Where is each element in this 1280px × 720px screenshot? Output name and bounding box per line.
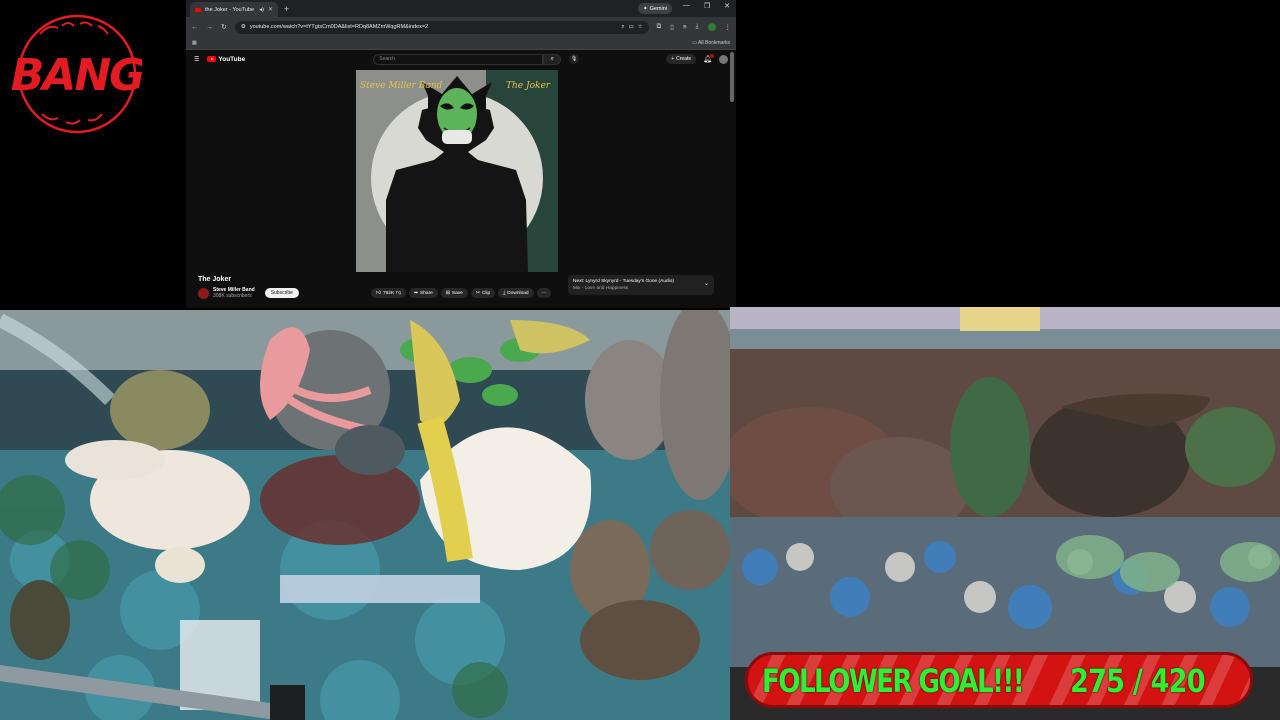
youtube-search-input[interactable]: Search (373, 53, 544, 65)
minimize-icon[interactable]: — (683, 2, 690, 10)
download-button[interactable]: ⤓ Download (498, 288, 534, 298)
youtube-favicon-icon (195, 7, 201, 12)
chevron-down-icon[interactable]: ⌄ (704, 281, 709, 288)
youtube-play-icon (207, 56, 217, 62)
zoom-icon[interactable]: ⌕ (621, 24, 624, 31)
new-tab-button[interactable]: + (284, 4, 289, 14)
back-icon[interactable]: ← (191, 24, 198, 31)
video-info: The Joker Steve Miller Band 308K subscri… (198, 275, 720, 299)
bang-logo: BANG (12, 14, 142, 134)
album-band-text: Steve Miller Band (360, 81, 442, 91)
thumbs-down-icon[interactable]: 👎︎ (396, 291, 401, 296)
follower-goal-label: FOLLOWER GOAL!!! (762, 662, 1025, 700)
close-tab-icon[interactable]: ✕ (268, 6, 273, 13)
all-bookmarks-link[interactable]: ▭ All Bookmarks (692, 40, 730, 46)
close-window-icon[interactable]: ✕ (724, 2, 730, 10)
follower-goal-count: 275 / 420 (1070, 662, 1206, 700)
notification-badge (710, 54, 714, 58)
mix-label: Mix - Love and Happiness (573, 286, 629, 291)
bookmarks-bar: ▦ ▭ All Bookmarks (186, 37, 736, 50)
gemini-button[interactable]: ✦ Gemini (637, 3, 672, 14)
profile-avatar[interactable] (707, 23, 716, 31)
search-icon: ⌕ (550, 55, 554, 62)
download-icon[interactable]: ⤓ (696, 23, 699, 31)
maximize-icon[interactable]: ❐ (704, 2, 710, 10)
channel-avatar[interactable] (198, 287, 209, 299)
gemini-label: Gemini (649, 5, 667, 12)
tab-youtube[interactable]: the Joker - YouTube ◂) ✕ (190, 2, 278, 17)
page-scrollbar[interactable] (730, 52, 734, 102)
hamburger-icon[interactable]: ☰ (194, 56, 199, 63)
next-video-label: Next: Lynyrd Skynyrd - Tuesday's Gone (A… (573, 279, 674, 284)
extensions-icon[interactable]: ⧉ (657, 23, 662, 31)
url-text: youtube.com/watch?v=tYTgtsCm0DA&list=RDq… (249, 24, 429, 30)
apps-icon[interactable]: ▦ (192, 40, 197, 46)
album-title-text: The Joker (506, 81, 551, 91)
logo-text: BANG (12, 50, 142, 101)
like-button[interactable]: 👍︎ 762K 👎︎ (370, 288, 407, 298)
youtube-logo[interactable]: YouTube (207, 56, 245, 63)
account-avatar[interactable] (719, 54, 728, 64)
scissors-icon: ✂ (475, 290, 480, 296)
more-actions-button[interactable]: ⋯ (536, 288, 552, 298)
channel-row: Steve Miller Band 308K subscribers Subsc… (198, 275, 720, 299)
subscribe-button[interactable]: Subscribe (264, 288, 299, 298)
save-button[interactable]: ⊞ Save (440, 288, 468, 298)
tab-title: the Joker - YouTube (205, 6, 255, 13)
plus-icon: + (671, 56, 675, 62)
sparkle-icon: ✦ (642, 5, 648, 12)
reload-icon[interactable]: ↻ (221, 23, 227, 31)
follower-goal-bar: FOLLOWER GOAL!!! 275 / 420 (745, 652, 1253, 708)
video-player[interactable]: Steve Miller Band The Joker (356, 70, 558, 272)
download-arrow-icon: ⤓ (503, 291, 506, 296)
youtube-header: ☰ YouTube Search ⌕ 🎙︎ + Create 🔔︎ (186, 50, 736, 68)
create-button[interactable]: + Create (666, 54, 697, 64)
bookmark-star-icon[interactable]: ☆ (638, 24, 643, 30)
folder-icon: ▭ (692, 40, 697, 46)
aquarium-camera-left (0, 310, 730, 720)
clip-button[interactable]: ✂ Clip (470, 288, 496, 298)
thumbs-up-icon: 👍︎ (375, 290, 381, 296)
speaker-icon: ◂) (259, 6, 264, 13)
youtube-logo-text: YouTube (218, 55, 246, 63)
share-icon: ➦ (414, 290, 419, 296)
search-button[interactable]: ⌕ (543, 53, 562, 65)
mic-icon[interactable]: 🎙︎ (569, 54, 580, 64)
tab-strip: the Joker - YouTube ◂) ✕ + ✦ Gemini — ❐ … (186, 0, 736, 17)
sidepanel-icon[interactable]: ▯ (670, 23, 674, 31)
menu-icon[interactable]: ⋮ (725, 23, 732, 31)
notifications-bell-icon[interactable]: 🔔︎ (703, 54, 714, 63)
media-icon[interactable]: ≡ (683, 24, 687, 31)
site-info-icon[interactable]: ⚙ (241, 24, 246, 30)
browser-window: the Joker - YouTube ◂) ✕ + ✦ Gemini — ❐ … (186, 0, 736, 308)
share-button[interactable]: ➦ Share (409, 288, 438, 298)
cast-icon[interactable]: ▭ (628, 24, 633, 30)
browser-toolbar: ← → ↻ ⚙ youtube.com/watch?v=tYTgtsCm0DA&… (186, 17, 736, 37)
up-next-box[interactable]: Next: Lynyrd Skynyrd - Tuesday's Gone (A… (568, 275, 714, 295)
subscriber-count: 308K subscribers (213, 293, 252, 299)
address-bar[interactable]: ⚙ youtube.com/watch?v=tYTgtsCm0DA&list=R… (234, 20, 649, 34)
forward-icon[interactable]: → (206, 24, 213, 31)
save-icon: ⊞ (445, 290, 450, 296)
